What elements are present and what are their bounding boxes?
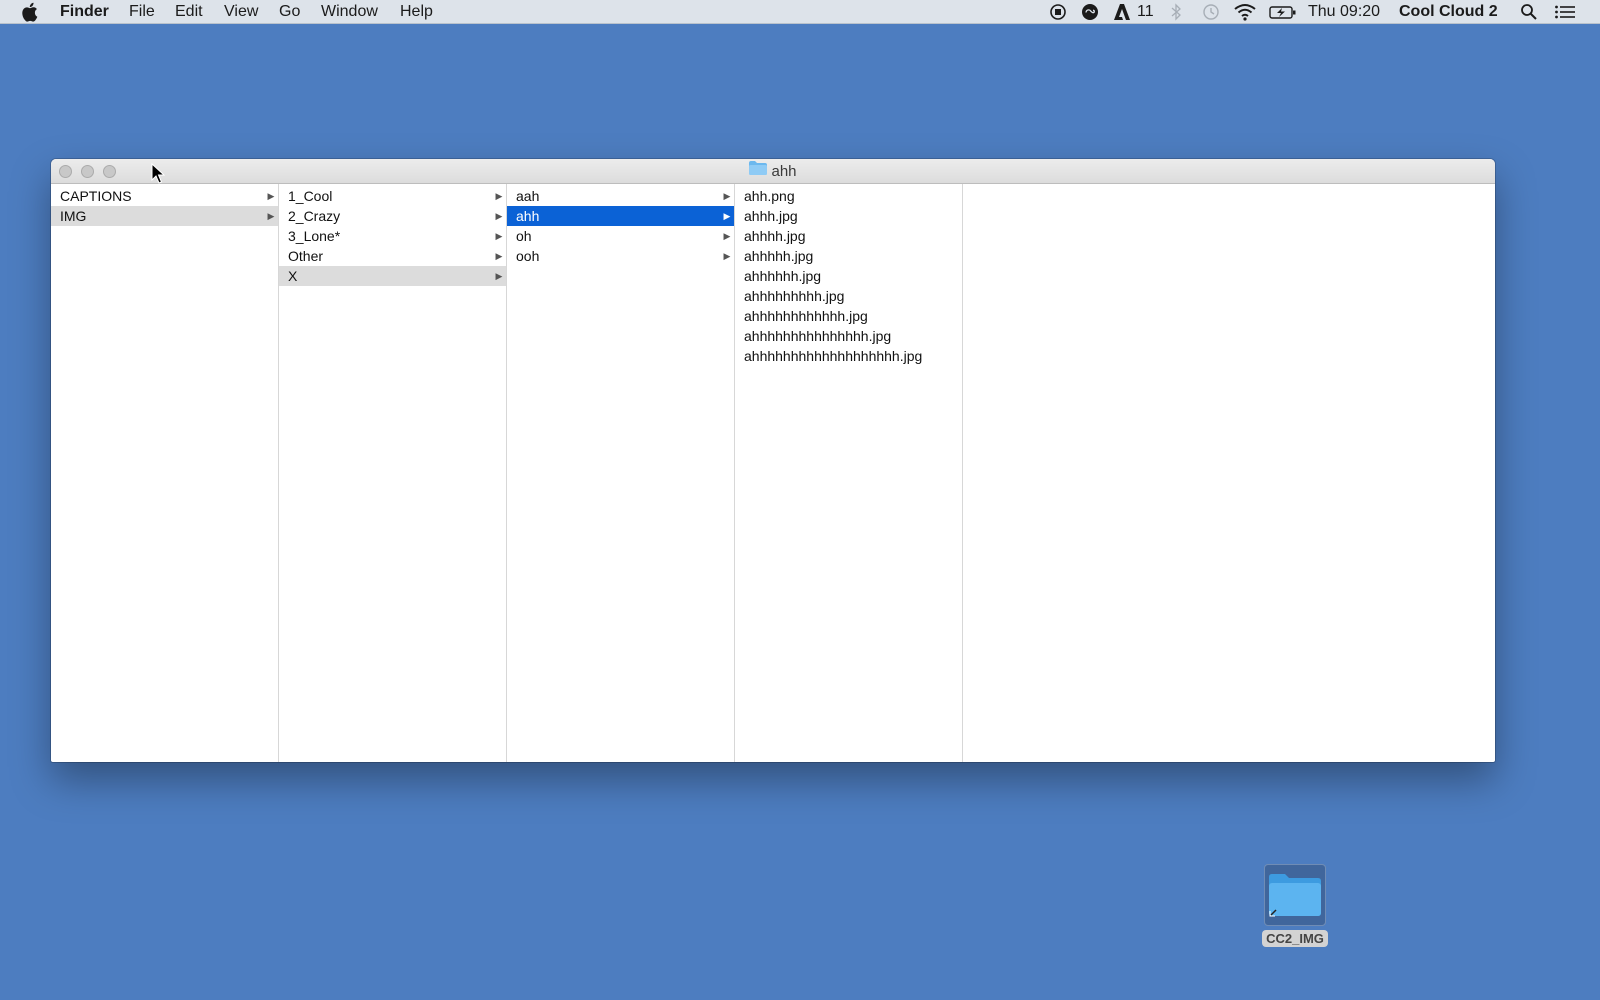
item-label: ahhhhhhhhh.jpg [744,288,845,304]
folder-row[interactable]: aah ▶ [507,186,734,206]
folder-row[interactable]: ahh ▶ [507,206,734,226]
disclosure-arrow-icon: ▶ [723,251,731,261]
menubar-clock[interactable]: Thu 09:20 [1308,0,1380,24]
disclosure-arrow-icon: ▶ [267,191,275,201]
menubar-user[interactable]: Cool Cloud 2 [1399,0,1498,24]
disclosure-arrow-icon: ▶ [495,231,503,241]
bluetooth-icon[interactable] [1170,3,1182,21]
adobe-update-count: 11 [1137,3,1154,20]
item-label: ahhhhhhhhhhhhhhhhhhh.jpg [744,348,923,364]
browser-column-2[interactable]: 1_Cool ▶ 2_Crazy ▶ 3_Lone* ▶ Other ▶ X ▶ [279,184,507,762]
disclosure-arrow-icon: ▶ [723,231,731,241]
adobe-icon[interactable] [1114,3,1130,21]
browser-column-4[interactable]: ahh.png ahhh.jpg ahhhh.jpg ahhhhh.jpg ahhhhh… [735,184,963,762]
menu-file[interactable]: File [129,0,155,24]
file-row[interactable]: ahhhhh.jpg [735,246,962,266]
file-row[interactable]: ahhhhhh.jpg [735,266,962,286]
finder-window: ahh CAPTIONS ▶ IMG ▶ 1_Cool ▶ 2_Crazy ▶ 3_Lone* ▶… [51,159,1495,762]
disclosure-arrow-icon: ▶ [267,211,275,221]
item-label: ooh [516,248,540,264]
app-menu-finder[interactable]: Finder [60,0,109,24]
file-row[interactable]: ahhhhhhhhhhhhhhhhhhh.jpg [735,346,962,366]
spotlight-search-icon[interactable] [1520,3,1538,21]
item-label: X [288,268,298,284]
apple-menu-icon[interactable] [21,0,38,24]
window-titlebar[interactable]: ahh [51,159,1495,184]
menu-edit[interactable]: Edit [175,0,203,24]
file-row[interactable]: ahhhhhhhhhhhhhhh.jpg [735,326,962,346]
menu-help[interactable]: Help [400,0,433,24]
folder-alias-icon [1264,864,1326,926]
item-label: 3_Lone* [288,228,341,244]
folder-row[interactable]: 1_Cool ▶ [279,186,506,206]
column-browser: CAPTIONS ▶ IMG ▶ 1_Cool ▶ 2_Crazy ▶ 3_Lone* ▶ Othe… [51,184,1495,762]
disclosure-arrow-icon: ▶ [495,271,503,281]
disclosure-arrow-icon: ▶ [723,191,731,201]
item-label: Other [288,248,324,264]
item-label: ahh [516,208,540,224]
creative-cloud-icon[interactable] [1080,3,1100,21]
folder-icon [749,159,768,183]
file-row[interactable]: ahh.png [735,186,962,206]
folder-row[interactable]: IMG ▶ [51,206,278,226]
item-label: ahhhhhhhhhhhh.jpg [744,308,868,324]
file-row[interactable]: ahhhh.jpg [735,226,962,246]
item-label: ahh.png [744,188,795,204]
mouse-cursor-icon [151,162,166,190]
wifi-icon[interactable] [1233,3,1257,21]
folder-row[interactable]: 2_Crazy ▶ [279,206,506,226]
disclosure-arrow-icon: ▶ [723,211,731,221]
menu-bar: Finder File Edit View Go Window Help 11 … [0,0,1600,24]
file-row[interactable]: ahhh.jpg [735,206,962,226]
disclosure-arrow-icon: ▶ [495,211,503,221]
file-row[interactable]: ahhhhhhhhhhhh.jpg [735,306,962,326]
item-label: IMG [60,208,87,224]
battery-charging-icon[interactable] [1269,3,1297,21]
item-label: 2_Crazy [288,208,341,224]
disclosure-arrow-icon: ▶ [495,251,503,261]
menu-window[interactable]: Window [321,0,378,24]
item-label: ahhhhhhhhhhhhhhh.jpg [744,328,892,344]
window-title: ahh [51,159,1495,184]
item-label: ahhhh.jpg [744,228,806,244]
browser-column-5[interactable] [963,184,1495,762]
item-label: aah [516,188,540,204]
disclosure-arrow-icon: ▶ [495,191,503,201]
file-row[interactable]: ahhhhhhhhh.jpg [735,286,962,306]
item-label: ahhhhhh.jpg [744,268,822,284]
item-label: ahhh.jpg [744,208,798,224]
menu-view[interactable]: View [224,0,258,24]
desktop-folder-cc2-img[interactable]: CC2_IMG [1255,864,1335,948]
notification-center-icon[interactable] [1554,3,1576,21]
item-label: 1_Cool [288,188,333,204]
item-label: CAPTIONS [60,188,132,204]
desktop-icon-label: CC2_IMG [1262,930,1328,947]
browser-column-3[interactable]: aah ▶ ahh ▶ oh ▶ ooh ▶ [507,184,735,762]
window-title-text: ahh [771,163,797,180]
time-machine-icon[interactable] [1201,3,1221,21]
folder-row[interactable]: oh ▶ [507,226,734,246]
folder-row[interactable]: ooh ▶ [507,246,734,266]
item-label: oh [516,228,532,244]
folder-row[interactable]: Other ▶ [279,246,506,266]
item-label: ahhhhh.jpg [744,248,814,264]
folder-row[interactable]: X ▶ [279,266,506,286]
folder-row[interactable]: 3_Lone* ▶ [279,226,506,246]
menu-go[interactable]: Go [279,0,300,24]
record-stop-icon[interactable] [1049,3,1067,21]
browser-column-1[interactable]: CAPTIONS ▶ IMG ▶ [51,184,279,762]
